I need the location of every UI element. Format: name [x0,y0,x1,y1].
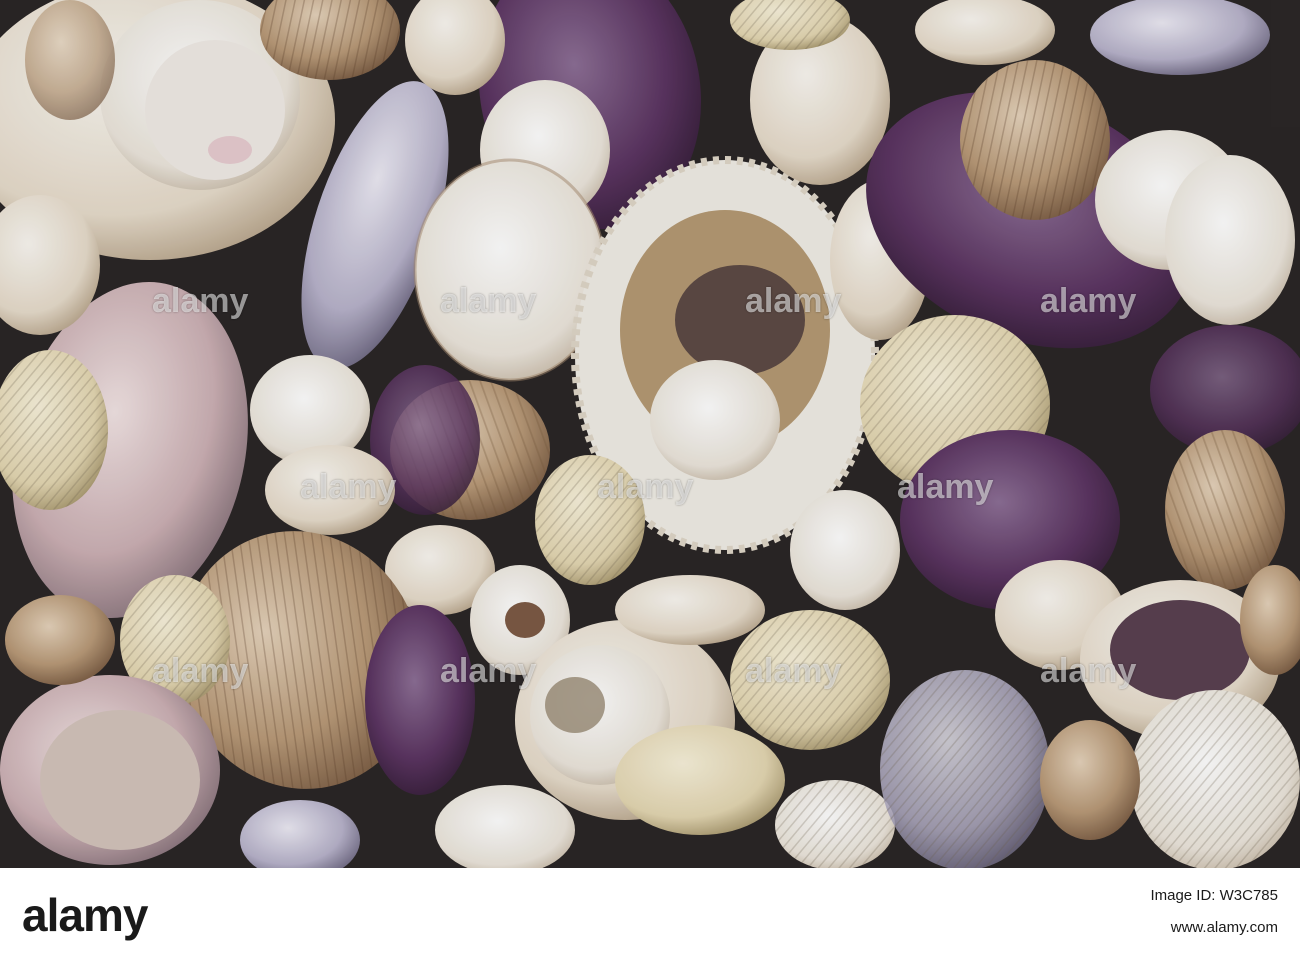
image-info: Image ID: W3C785 www.alamy.com [1150,880,1278,944]
alamy-logo[interactable]: alamy [22,888,148,942]
seashell-illustration [0,0,1300,868]
seashells-photo: alamy alamy alamy alamy alamy alamy alam… [0,0,1300,868]
site-url-link[interactable]: www.alamy.com [1150,912,1278,944]
stock-photo-page: alamy alamy alamy alamy alamy alamy alam… [0,0,1300,956]
stock-footer-bar: alamy Image ID: W3C785 www.alamy.com [0,868,1300,956]
image-id-label: Image ID: W3C785 [1150,887,1278,904]
